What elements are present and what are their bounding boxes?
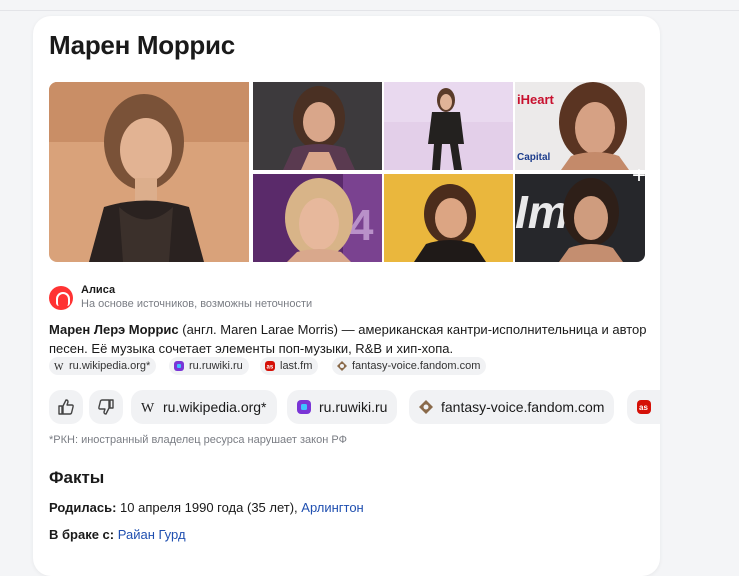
actions-row: W ru.wikipedia.org* ru.ruwiki.ru fantasy… — [49, 390, 660, 424]
photo-gallery: iHeart Capital 4 Im + — [49, 82, 646, 262]
source-link-lastfm[interactable]: as last.fm — [260, 357, 319, 375]
entity-title: Марен Моррис — [49, 30, 235, 60]
source-link-ruwiki[interactable]: ru.ruwiki.ru — [169, 357, 249, 375]
svg-text:W: W — [54, 362, 64, 371]
chip-lastfm-partial[interactable]: as — [627, 390, 660, 424]
entity-card: Марен Моррис iHeart Capital 4 Im + Алиса… — [33, 16, 660, 576]
photo-2[interactable] — [253, 82, 382, 170]
fact-married-label: В браке с: — [49, 527, 115, 542]
wikipedia-icon: W — [141, 401, 155, 414]
fact-born-label: Родилась: — [49, 500, 117, 515]
chip-fandom[interactable]: fantasy-voice.fandom.com — [409, 390, 615, 424]
thumbs-up-icon — [58, 399, 74, 415]
alisa-logo-icon — [49, 286, 73, 310]
photo-7[interactable]: Im — [515, 174, 645, 262]
facts-heading: Факты — [49, 468, 105, 487]
photo-6[interactable] — [384, 174, 513, 262]
wikipedia-icon: W — [54, 362, 64, 371]
photo-4[interactable]: iHeart Capital — [515, 82, 645, 170]
top-divider — [0, 10, 739, 11]
iheart-logo-text: iHeart — [517, 92, 555, 107]
photo-5[interactable]: 4 — [253, 174, 382, 262]
svg-text:as: as — [267, 365, 274, 371]
rkn-notice: *РКН: иностранный владелец ресурса наруш… — [49, 434, 347, 446]
lastfm-icon: as — [637, 400, 651, 414]
alisa-name: Алиса — [81, 284, 116, 296]
fact-born: Родилась: 10 апреля 1990 года (35 лет), … — [49, 500, 364, 515]
tile-number-text: 4 — [349, 201, 374, 250]
entity-description: Марен Лерэ Моррис (англ. Maren Larae Mor… — [49, 320, 649, 358]
alisa-disclaimer: На основе источников, возможны неточност… — [81, 298, 313, 310]
main-photo[interactable] — [49, 82, 249, 262]
like-button[interactable] — [49, 390, 83, 424]
source-link-fandom[interactable]: fantasy-voice.fandom.com — [332, 357, 487, 375]
chip-ruwiki[interactable]: ru.ruwiki.ru — [287, 390, 398, 424]
capital-logo-text: Capital — [517, 152, 551, 163]
fact-born-value: 10 апреля 1990 года (35 лет), — [116, 500, 298, 515]
ruwiki-icon — [297, 400, 311, 414]
dislike-button[interactable] — [89, 390, 123, 424]
fact-married: В браке с: Райан Гурд — [49, 527, 186, 542]
fandom-icon — [419, 400, 433, 414]
chip-wikipedia[interactable]: W ru.wikipedia.org* — [131, 390, 277, 424]
plus-icon[interactable]: + — [627, 164, 651, 188]
photo-3[interactable] — [384, 82, 513, 170]
source-link-wikipedia[interactable]: W ru.wikipedia.org* — [49, 357, 157, 375]
svg-text:W: W — [141, 401, 155, 414]
spouse-link[interactable]: Райан Гурд — [118, 527, 186, 542]
birthplace-link[interactable]: Арлингтон — [301, 500, 363, 515]
thumbs-down-icon — [98, 399, 114, 415]
fandom-icon — [337, 361, 347, 371]
lastfm-icon: as — [265, 361, 275, 371]
svg-text:as: as — [639, 403, 648, 412]
ruwiki-icon — [174, 361, 184, 371]
svg-text:Im: Im — [515, 186, 569, 238]
description-name: Марен Лерэ Моррис — [49, 322, 179, 337]
